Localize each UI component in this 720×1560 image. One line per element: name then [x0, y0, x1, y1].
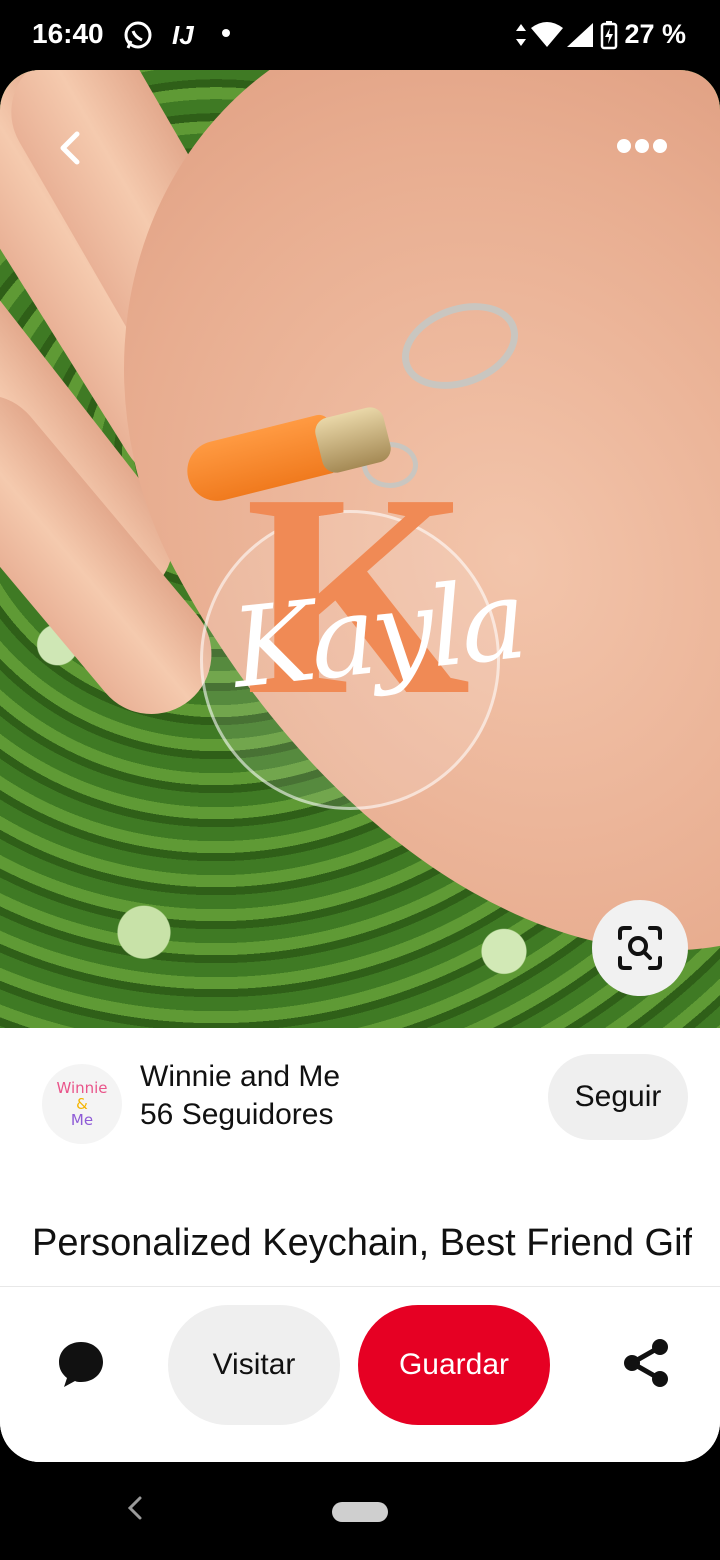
share-icon: [624, 1339, 668, 1387]
creator-row: Winnie & Me Winnie and Me 56 Seguidores …: [0, 1054, 720, 1160]
back-button[interactable]: [40, 118, 100, 178]
signal-icon: [566, 22, 594, 53]
pin-image[interactable]: K Kayla: [0, 70, 720, 1028]
more-dots-icon: [617, 139, 667, 153]
system-nav-bar: [0, 1462, 720, 1560]
battery-charging-icon: [600, 20, 618, 55]
follow-button[interactable]: Seguir: [548, 1054, 688, 1140]
creator-avatar[interactable]: Winnie & Me: [42, 1064, 122, 1144]
wifi-icon: [530, 22, 564, 53]
save-button[interactable]: Guardar: [358, 1305, 550, 1425]
visual-search-button[interactable]: [592, 900, 688, 996]
visit-button[interactable]: Visitar: [168, 1305, 340, 1425]
avatar-text-line: Me: [70, 1111, 94, 1129]
dot-icon: [220, 26, 232, 44]
lens-search-icon: [618, 926, 662, 970]
creator-followers: 56 Seguidores: [140, 1098, 334, 1131]
status-bar: 16:40 IJ 27 %: [0, 0, 720, 72]
action-bar: Visitar Guardar: [0, 1286, 720, 1462]
comment-button[interactable]: [48, 1331, 114, 1397]
whatsapp-icon: [122, 20, 154, 57]
app-notification-icon: IJ: [172, 20, 194, 50]
status-time: 16:40: [32, 18, 104, 49]
nav-back-icon: [127, 1496, 142, 1520]
pin-card: K Kayla Winnie & Me Winnie and Me 56 Seg…: [0, 70, 720, 1462]
avatar-text-line: Winnie: [56, 1079, 108, 1097]
nav-home-pill[interactable]: [332, 1502, 388, 1522]
battery-percent: 27 %: [624, 19, 686, 49]
avatar-text-line: &: [76, 1095, 88, 1113]
more-options-button[interactable]: [612, 122, 672, 170]
pin-title: Personalized Keychain, Best Friend Gift,…: [32, 1222, 692, 1264]
creator-name[interactable]: Winnie and Me: [140, 1060, 340, 1094]
comment-bubble-icon: [59, 1342, 103, 1387]
chevron-left-icon: [60, 131, 80, 165]
nav-back-button[interactable]: [126, 1494, 144, 1530]
share-button[interactable]: [616, 1333, 676, 1393]
data-arrows-icon: [514, 22, 528, 53]
